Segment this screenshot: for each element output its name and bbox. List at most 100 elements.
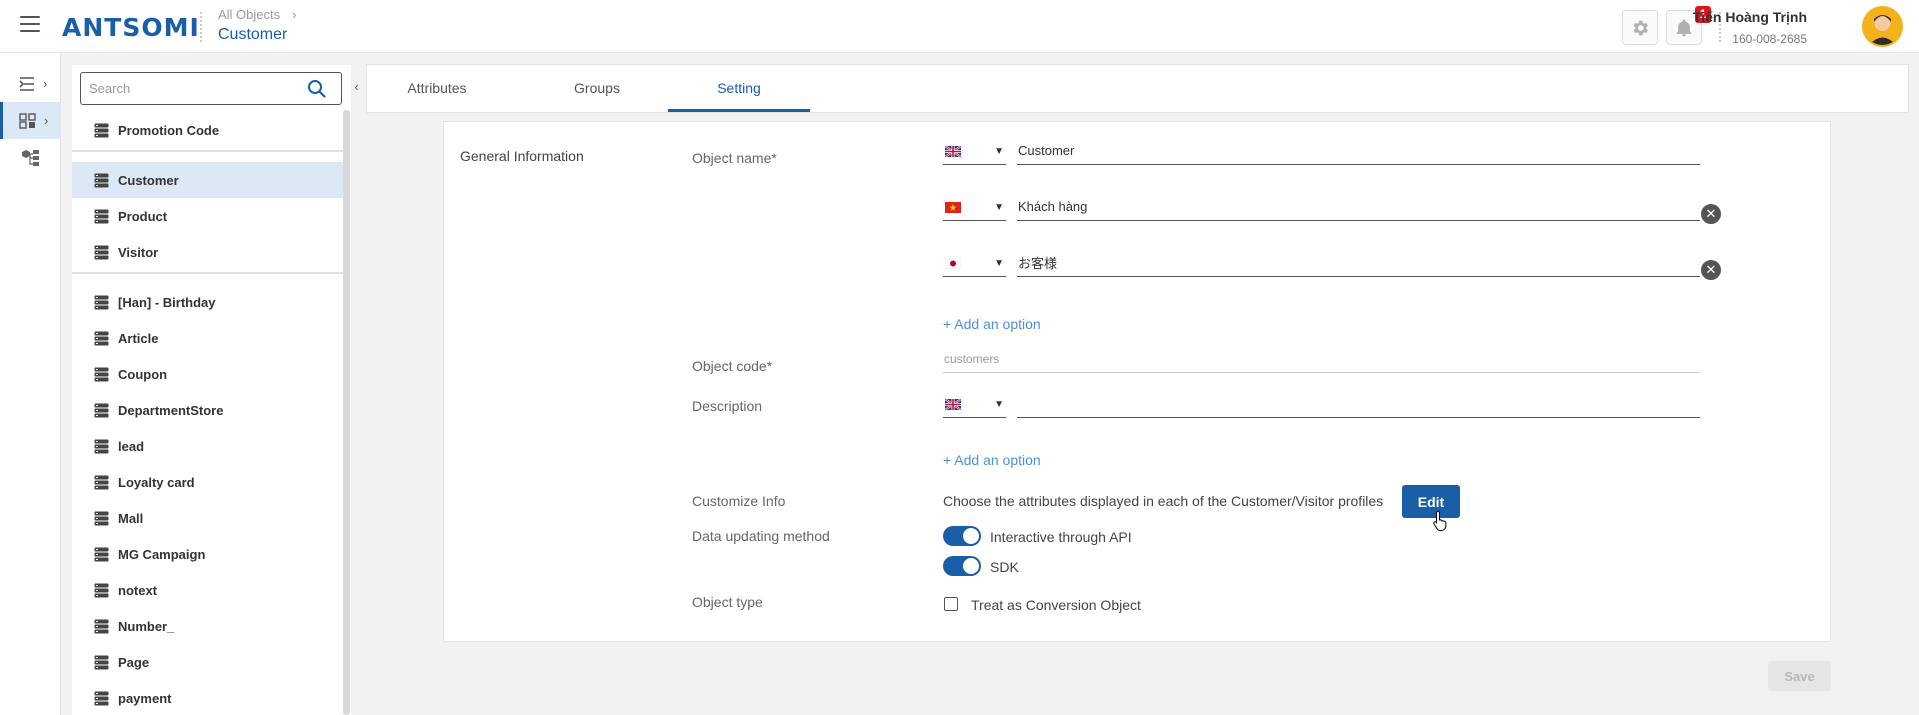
chevron-right-icon: › [43, 76, 48, 91]
object-name-label: Object name* [692, 150, 777, 166]
search-icon[interactable] [307, 79, 327, 99]
add-option-link[interactable]: + Add an option [943, 316, 1041, 332]
bell-icon [1676, 19, 1692, 36]
object-list-item-label: Customer [118, 172, 179, 188]
user-name[interactable]: Tiến Hoàng Trịnh [1693, 9, 1807, 25]
object-list-item-label: Article [118, 330, 159, 346]
object-code-label: Object code* [692, 358, 773, 374]
uk-flag-icon [945, 146, 961, 157]
object-list-item-label: notext [118, 582, 157, 598]
object-list-item-label: lead [118, 438, 145, 454]
header-divider [200, 12, 202, 42]
api-toggle-label: Interactive through API [990, 529, 1132, 545]
object-tabs: Attributes Groups Setting [366, 64, 1909, 113]
object-list-panel: Promotion Code Customer Product Visitor [Han… [72, 65, 351, 715]
object-list-item[interactable]: Page [72, 644, 344, 680]
remove-option-button[interactable]: ✕ [1701, 204, 1721, 224]
list-separator [72, 272, 344, 274]
breadcrumb[interactable]: All Objects › [218, 7, 296, 22]
customize-info-text: Choose the attributes displayed in each … [943, 493, 1384, 509]
antsomi-logo[interactable]: ANTSOMI [62, 13, 200, 42]
object-list-item-label: DepartmentStore [118, 402, 224, 418]
object-list-item-label: Loyalty card [118, 474, 195, 490]
object-name-language-select[interactable]: ▼ [943, 139, 1006, 165]
object-list-item-label: [Han] - Birthday [118, 294, 216, 310]
database-table-icon [94, 209, 109, 223]
object-list-item-label: Page [118, 654, 150, 670]
object-list-item-label: payment [118, 690, 172, 706]
database-table-icon [94, 511, 109, 525]
add-option-link[interactable]: + Add an option [943, 452, 1041, 468]
object-list-item[interactable]: payment [72, 680, 344, 715]
object-type-label: Object type [692, 594, 763, 610]
object-search [80, 72, 342, 105]
conversion-label[interactable]: Treat as Conversion Object [971, 597, 1141, 613]
chevron-down-icon: ▼ [994, 258, 1004, 269]
object-list-item[interactable]: Loyalty card [72, 464, 344, 500]
description-input[interactable] [1017, 390, 1700, 418]
database-table-icon [94, 245, 109, 259]
object-list-item[interactable]: Visitor [72, 234, 344, 270]
object-name-language-select[interactable]: ▼ [943, 251, 1006, 277]
user-id: 160-008-2685 [1732, 32, 1807, 46]
data-updating-label: Data updating method [692, 528, 830, 544]
tab-attributes[interactable]: Attributes [367, 65, 507, 112]
object-name-vi-input[interactable] [1017, 193, 1700, 221]
object-list-item-label: Mall [118, 510, 144, 526]
database-table-icon [94, 655, 109, 669]
collapse-panel-icon[interactable]: ‹ [351, 76, 362, 98]
sdk-toggle[interactable] [943, 556, 981, 576]
section-title: General Information [460, 148, 584, 164]
object-list-item[interactable]: Product [72, 198, 344, 234]
database-table-icon [94, 619, 109, 633]
object-list-item[interactable]: MG Campaign [72, 536, 344, 572]
object-list-item[interactable]: [Han] - Birthday [72, 284, 344, 320]
object-list-item[interactable]: Customer [72, 162, 344, 198]
database-table-icon [94, 403, 109, 417]
edit-button[interactable]: Edit [1402, 485, 1460, 518]
object-relation-icon [22, 149, 39, 166]
api-toggle[interactable] [943, 526, 981, 546]
save-button[interactable]: Save [1768, 661, 1831, 691]
object-list-item[interactable]: DepartmentStore [72, 392, 344, 428]
object-list-scrollbar[interactable] [343, 110, 350, 715]
object-list-item[interactable]: Article [72, 320, 344, 356]
rail-item-relations[interactable] [0, 139, 61, 176]
tab-groups[interactable]: Groups [527, 65, 667, 112]
object-name-language-select[interactable]: ▼ [943, 195, 1006, 221]
object-list-item-label: Product [118, 208, 168, 224]
chevron-right-icon: › [292, 7, 297, 22]
object-name-ja-input[interactable] [1017, 249, 1700, 277]
object-list-item[interactable]: notext [72, 572, 344, 608]
object-list-item-label: Coupon [118, 366, 168, 382]
database-table-icon [94, 583, 109, 597]
object-list-item[interactable]: Coupon [72, 356, 344, 392]
object-list: Promotion Code Customer Product Visitor [Han… [72, 112, 351, 715]
database-table-icon [94, 173, 109, 187]
remove-option-button[interactable]: ✕ [1701, 260, 1721, 280]
settings-card: General Information Object name* ▼ ▼ ✕ ▼… [443, 121, 1831, 642]
import-icon [19, 76, 34, 91]
search-input[interactable] [81, 73, 296, 104]
conversion-checkbox[interactable] [944, 597, 958, 611]
rail-item-data-objects[interactable]: › [0, 102, 61, 139]
chevron-down-icon: ▼ [994, 399, 1004, 410]
breadcrumb-parent[interactable]: All Objects [218, 7, 280, 22]
settings-button[interactable] [1622, 10, 1658, 45]
object-list-item[interactable]: Promotion Code [72, 112, 344, 148]
avatar[interactable] [1862, 6, 1903, 47]
database-table-icon [94, 547, 109, 561]
jp-flag-icon [945, 258, 961, 269]
object-list-item[interactable]: Number_ [72, 608, 344, 644]
user-avatar-icon [1864, 8, 1901, 45]
description-language-select[interactable]: ▼ [943, 392, 1006, 418]
database-table-icon [94, 367, 109, 381]
hamburger-menu-icon[interactable] [20, 16, 40, 32]
rail-item-import[interactable]: › [0, 65, 61, 102]
object-list-item[interactable]: lead [72, 428, 344, 464]
object-list-item[interactable]: Mall [72, 500, 344, 536]
left-rail: › › [0, 53, 61, 715]
database-table-icon [94, 295, 109, 309]
tab-setting[interactable]: Setting [668, 65, 810, 112]
object-name-en-input[interactable] [1017, 137, 1700, 165]
